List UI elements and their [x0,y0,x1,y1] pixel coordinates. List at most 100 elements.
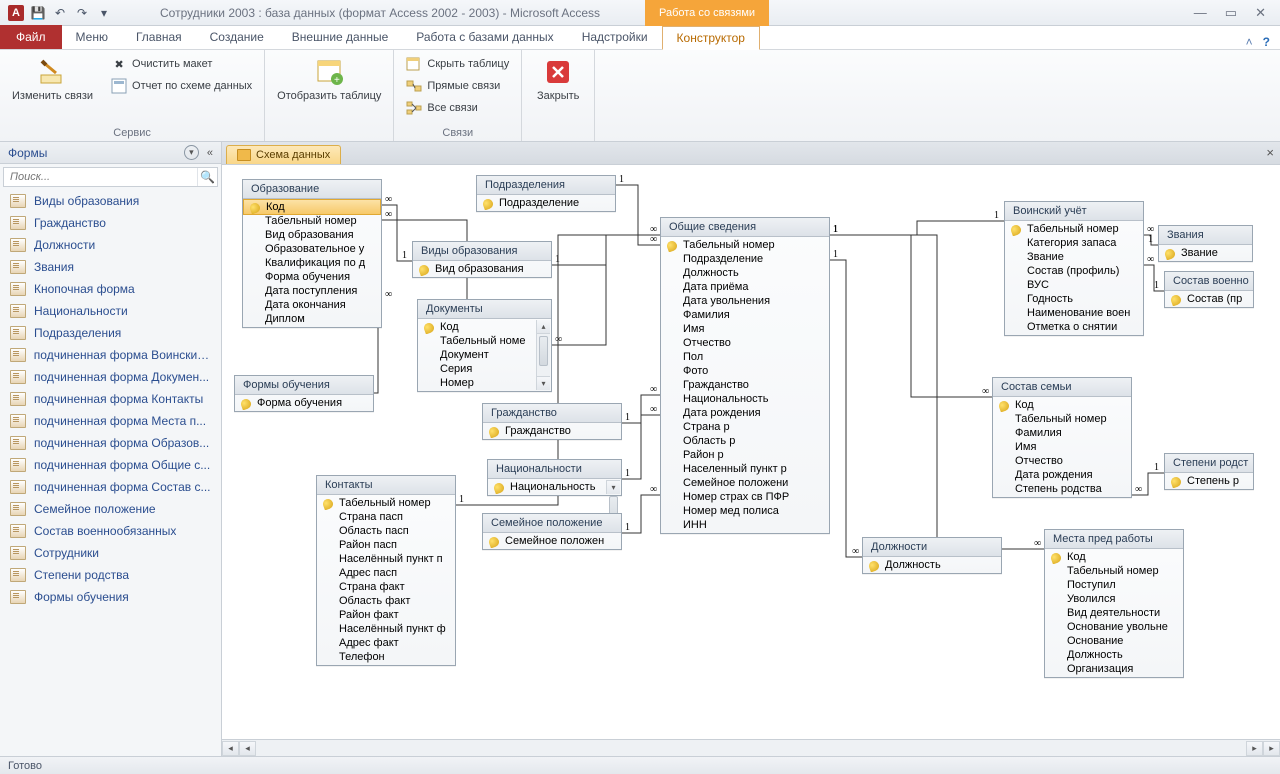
table-field[interactable]: Степень р [1165,474,1253,488]
table-field[interactable]: Семейное положени [661,476,829,490]
table-field[interactable]: Район факт [317,608,455,622]
table-field[interactable]: Гражданство [661,378,829,392]
table-field[interactable]: Табельный номер [243,214,381,228]
tab-file[interactable]: Файл [0,25,62,49]
table-field[interactable]: Область факт [317,594,455,608]
table-field[interactable]: Код [1045,550,1183,564]
table-field[interactable]: Отметка о снятии [1005,320,1143,334]
table-family[interactable]: Состав семьиКодТабельный номерФамилияИмя… [992,377,1132,498]
search-icon[interactable]: 🔍 [197,168,217,186]
table-field[interactable]: Состав (профиль) [1005,264,1143,278]
table-field[interactable]: Организация [1045,662,1183,676]
table-field[interactable]: Адрес факт [317,636,455,650]
table-field[interactable]: Наименование воен [1005,306,1143,320]
table-field[interactable]: Табельный номер [661,238,829,252]
table-header[interactable]: Степени родст [1165,454,1253,473]
table-field[interactable]: Район р [661,448,829,462]
table-field[interactable]: Категория запаса [1005,236,1143,250]
nav-item[interactable]: подчиненная форма Воинский... [0,344,221,366]
table-field[interactable]: Код [243,199,381,215]
help-icon[interactable]: ? [1263,35,1270,49]
table-field[interactable]: Адрес пасп [317,566,455,580]
table-field[interactable]: Образовательное у [243,242,381,256]
table-contacts[interactable]: КонтактыТабельный номерСтрана паспОбласт… [316,475,456,666]
table-header[interactable]: Подразделения [477,176,615,195]
table-field[interactable]: Страна пасп [317,510,455,524]
table-field[interactable]: Область р [661,434,829,448]
table-field[interactable]: Фамилия [661,308,829,322]
table-field[interactable]: Поступил [1045,578,1183,592]
all-links-button[interactable]: Все связи [402,98,513,118]
nav-item[interactable]: Формы обучения [0,586,221,608]
table-citizenship[interactable]: ГражданствоГражданство [482,403,622,440]
table-field[interactable]: Табельный номе [418,334,551,348]
table-kinship[interactable]: Степени родстСтепень р [1164,453,1254,490]
table-marital[interactable]: Семейное положениеСемейное положен [482,513,622,550]
table-header[interactable]: Образование [243,180,381,199]
nav-item[interactable]: подчиненная форма Докумен... [0,366,221,388]
nav-item[interactable]: подчиненная форма Контакты [0,388,221,410]
table-header[interactable]: Общие сведения [661,218,829,237]
document-close-icon[interactable]: × [1266,145,1274,160]
table-field[interactable]: Вид образования [243,228,381,242]
table-edutypes[interactable]: Виды образованияВид образования [412,241,552,278]
table-header[interactable]: Состав военно [1165,272,1253,291]
table-header[interactable]: Воинский учёт [1005,202,1143,221]
table-field[interactable]: Должность [863,558,1001,572]
table-field[interactable]: Дата поступления [243,284,381,298]
table-field[interactable]: Телефон [317,650,455,664]
nav-item[interactable]: Звания [0,256,221,278]
table-field[interactable]: Район пасп [317,538,455,552]
table-header[interactable]: Звания [1159,226,1252,245]
table-field[interactable]: Степень родства [993,482,1131,496]
table-field[interactable]: Населённый пункт п [317,552,455,566]
table-field[interactable]: Дата рождения [993,468,1131,482]
hide-table-button[interactable]: Скрыть таблицу [402,54,513,74]
table-field[interactable]: Подразделение [477,196,615,210]
table-field[interactable]: Пол [661,350,829,364]
table-header[interactable]: Виды образования [413,242,551,261]
table-field[interactable]: Годность [1005,292,1143,306]
table-field[interactable]: Диплом [243,312,381,326]
table-field[interactable]: Имя [661,322,829,336]
table-prevwork[interactable]: Места пред работыКодТабельный номерПосту… [1044,529,1184,678]
nav-item[interactable]: подчиненная форма Общие с... [0,454,221,476]
qat-redo-icon[interactable]: ↷ [74,5,90,21]
table-field[interactable]: Национальность [488,480,621,494]
table-header[interactable]: Места пред работы [1045,530,1183,549]
scroll-left-icon[interactable]: ◂ [239,741,256,756]
table-field[interactable]: Должность [1045,648,1183,662]
table-eduforms[interactable]: Формы обученияФорма обучения [234,375,374,412]
table-header[interactable]: Национальности [488,460,621,479]
restore-button[interactable]: ▭ [1225,5,1237,21]
nav-item[interactable]: Гражданство [0,212,221,234]
scroll-right-icon[interactable]: ▸ [1246,741,1263,756]
tab-addins[interactable]: Надстройки [568,25,662,49]
table-field[interactable]: Страна факт [317,580,455,594]
table-field[interactable]: ИНН [661,518,829,532]
table-field[interactable]: Фото [661,364,829,378]
table-field[interactable]: Состав (пр [1165,292,1253,306]
direct-links-button[interactable]: Прямые связи [402,76,513,96]
table-field[interactable]: Табельный номер [1005,222,1143,236]
search-input[interactable] [4,168,197,186]
scroll-left-start-icon[interactable]: ◂ [222,741,239,756]
nav-item[interactable]: Подразделения [0,322,221,344]
table-field[interactable]: Форма обучения [243,270,381,284]
table-field[interactable]: Табельный номер [993,412,1131,426]
table-field[interactable]: Основание [1045,634,1183,648]
nav-item[interactable]: Кнопочная форма [0,278,221,300]
table-field[interactable]: Фамилия [993,426,1131,440]
table-field[interactable]: Номер [418,376,551,390]
scroll-right-end-icon[interactable]: ▸ [1263,741,1280,756]
table-field[interactable]: Основание увольне [1045,620,1183,634]
nav-item[interactable]: Виды образования [0,190,221,212]
table-field[interactable]: Дата окончания [243,298,381,312]
table-military_comp[interactable]: Состав военноСостав (пр [1164,271,1254,308]
table-header[interactable]: Документы [418,300,551,319]
table-field[interactable]: Номер страх св ПФР [661,490,829,504]
document-tab-schema[interactable]: Схема данных [226,145,341,164]
table-header[interactable]: Состав семьи [993,378,1131,397]
table-field[interactable]: Звание [1159,246,1252,260]
tab-external-data[interactable]: Внешние данные [278,25,403,49]
